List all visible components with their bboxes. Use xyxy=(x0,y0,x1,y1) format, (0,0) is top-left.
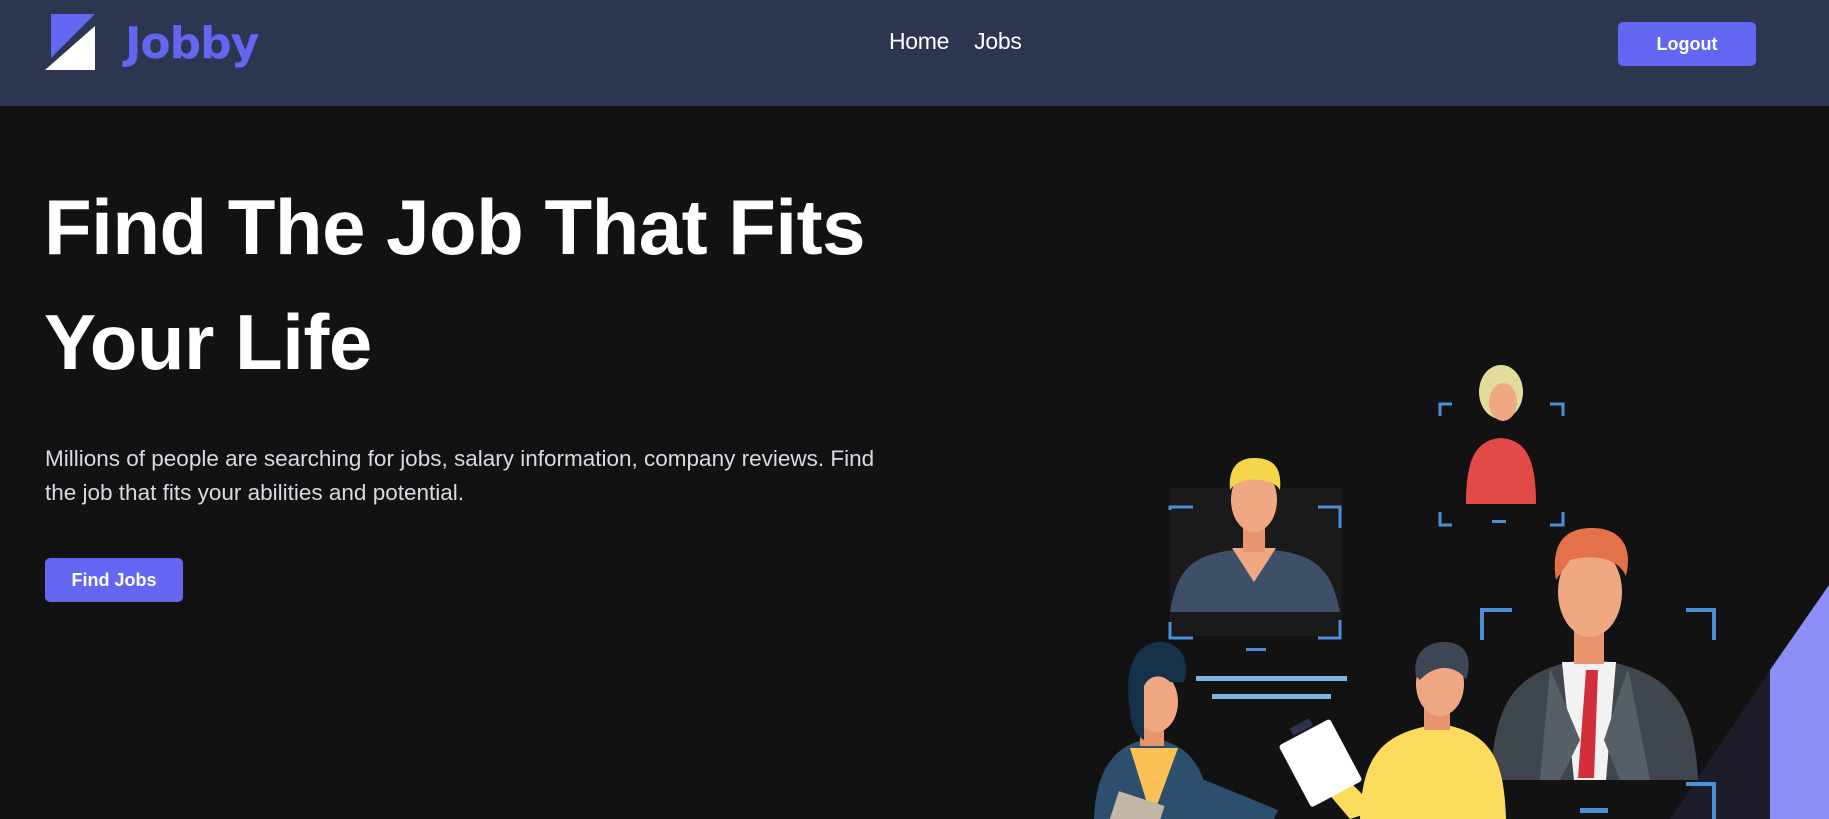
nav-links: Home Jobs xyxy=(889,28,1022,55)
woman-with-folder-icon xyxy=(1094,641,1278,819)
nav-jobs-link[interactable]: Jobs xyxy=(974,28,1022,55)
navbar: Jobby Home Jobs Logout xyxy=(0,0,1829,106)
find-jobs-button[interactable]: Find Jobs xyxy=(45,558,183,602)
logo-text[interactable]: Jobby xyxy=(125,18,259,69)
man-with-clipboard-icon xyxy=(1279,642,1506,819)
job-recruitment-illustration xyxy=(1094,365,1829,819)
nav-home-link[interactable]: Home xyxy=(889,28,949,55)
avatar-man-icon xyxy=(1168,458,1347,699)
businessman-icon xyxy=(1480,528,1716,819)
hero-description: Millions of people are searching for job… xyxy=(45,446,875,505)
hero-title: Find The Job That Fits Your Life xyxy=(44,183,865,386)
avatar-woman-icon xyxy=(1438,365,1565,527)
jobby-logo-icon[interactable] xyxy=(45,14,95,70)
logout-button[interactable]: Logout xyxy=(1618,22,1756,66)
